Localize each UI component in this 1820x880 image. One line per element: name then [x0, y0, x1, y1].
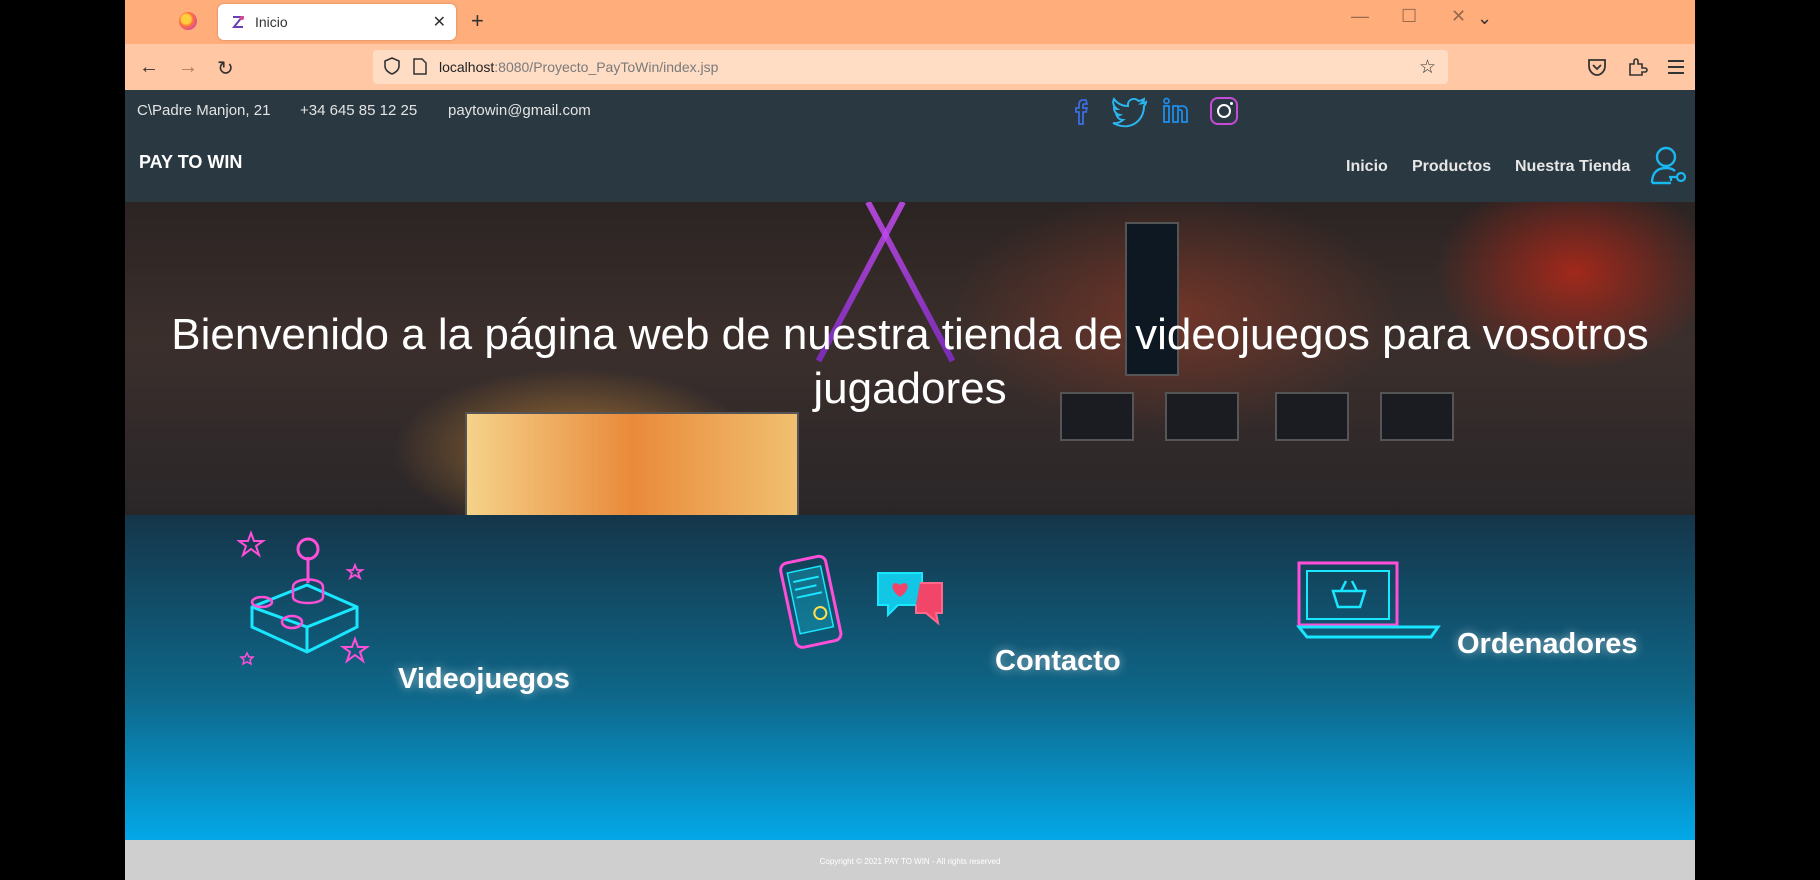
site-header: C\Padre Manjon, 21 +34 645 85 12 25 payt… — [125, 90, 1695, 202]
feature-ordenadores[interactable]: Ordenadores — [1457, 628, 1638, 661]
nav-toolbar: ← → ↻ localhost:8080/Proyecto_PayToWin/i… — [125, 44, 1695, 90]
maximize-button[interactable]: ☐ — [1401, 6, 1417, 27]
bookmark-star-icon[interactable]: ☆ — [1419, 56, 1436, 79]
new-tab-button[interactable]: + — [471, 8, 484, 34]
footer-copyright: Copyright © 2021 PAY TO WIN - All rights… — [819, 857, 1001, 866]
instagram-icon[interactable] — [1207, 94, 1241, 128]
back-button[interactable]: ← — [139, 56, 159, 79]
features-section: Videojuegos Contacto Ordenadores — [125, 515, 1695, 840]
tab-close-icon[interactable]: ✕ — [433, 12, 446, 32]
forward-button[interactable]: → — [178, 56, 198, 79]
joystick-neon-icon[interactable] — [237, 527, 377, 667]
site-footer: Copyright © 2021 PAY TO WIN - All rights… — [125, 840, 1695, 880]
laptop-basket-neon-icon[interactable] — [1293, 559, 1443, 639]
hero-title: Bienvenido a la página web de nuestra ti… — [171, 310, 1649, 413]
linkedin-icon[interactable] — [1159, 94, 1193, 128]
browser-window: Inicio ✕ + ⌄ — ☐ ✕ ← → ↻ localhost:8080/… — [125, 0, 1695, 880]
pocket-icon[interactable] — [1586, 56, 1608, 78]
contact-email[interactable]: paytowin@gmail.com — [448, 102, 591, 119]
close-window-button[interactable]: ✕ — [1451, 6, 1466, 27]
menu-link-productos[interactable]: Productos — [1412, 158, 1491, 176]
shield-icon[interactable] — [383, 57, 401, 75]
contact-phone: +34 645 85 12 25 — [300, 102, 418, 119]
reload-button[interactable]: ↻ — [217, 56, 234, 81]
site-favicon-icon — [231, 16, 245, 28]
url-text[interactable]: localhost:8080/Proyecto_PayToWin/index.j… — [439, 59, 718, 75]
menu-hamburger-icon[interactable] — [1665, 56, 1687, 78]
facebook-icon[interactable] — [1066, 94, 1100, 128]
url-bar[interactable]: localhost:8080/Proyecto_PayToWin/index.j… — [373, 50, 1448, 84]
tab-list-chevron-icon[interactable]: ⌄ — [1477, 8, 1492, 29]
feature-contacto[interactable]: Contacto — [995, 645, 1121, 678]
user-login-icon[interactable] — [1649, 145, 1689, 187]
page-info-icon[interactable] — [413, 58, 427, 75]
hero-banner: Bienvenido a la página web de nuestra ti… — [125, 202, 1695, 515]
contact-address: C\Padre Manjon, 21 — [137, 102, 271, 119]
feature-videojuegos[interactable]: Videojuegos — [398, 663, 570, 696]
minimize-button[interactable]: — — [1351, 6, 1369, 27]
extensions-icon[interactable] — [1626, 56, 1648, 78]
phone-chat-neon-icon[interactable] — [770, 553, 970, 658]
tab-inicio[interactable]: Inicio ✕ — [218, 4, 456, 40]
firefox-logo-icon[interactable] — [179, 12, 197, 30]
web-page: C\Padre Manjon, 21 +34 645 85 12 25 payt… — [125, 90, 1695, 880]
hero-game-screen — [465, 412, 799, 515]
menu-link-inicio[interactable]: Inicio — [1346, 158, 1388, 176]
menu-link-nuestra-tienda[interactable]: Nuestra Tienda — [1515, 158, 1630, 176]
twitter-icon[interactable] — [1110, 94, 1150, 128]
tab-title: Inicio — [255, 14, 288, 30]
brand-logo-text[interactable]: PAY TO WIN — [139, 152, 242, 173]
tab-strip: Inicio ✕ + ⌄ — ☐ ✕ — [125, 0, 1695, 44]
